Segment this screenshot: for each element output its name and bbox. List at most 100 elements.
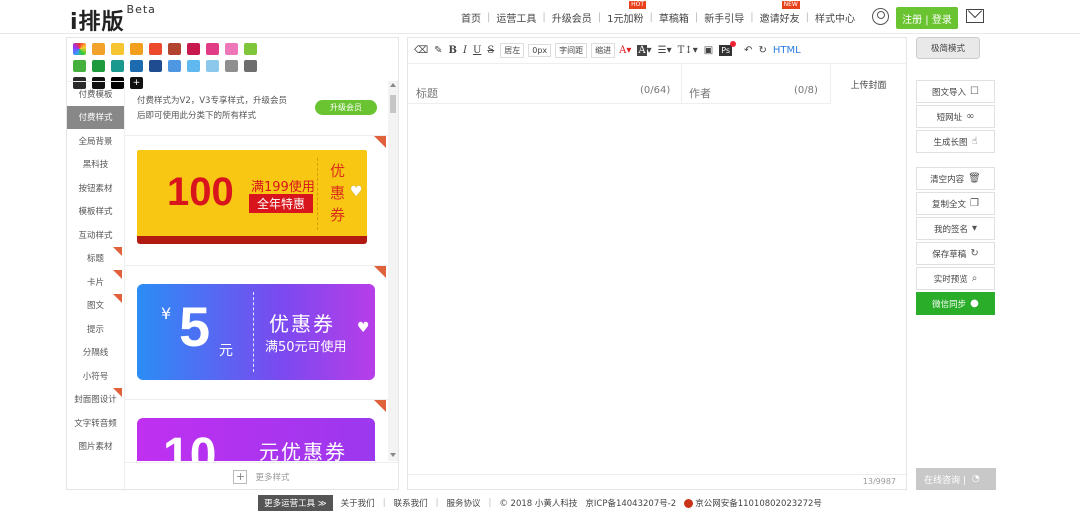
color-swatch[interactable] (149, 60, 162, 72)
font-color-button[interactable]: A▾ (619, 45, 631, 56)
upgrade-member-button[interactable]: 升级会员 (315, 100, 377, 115)
font-size-button[interactable]: T↕▾ (678, 45, 698, 56)
style-list[interactable]: 付费样式为V2，V3专享样式，升级会员 后即可使用此分类下的所有样式 升级会员 … (125, 81, 398, 461)
strikethrough-button[interactable]: S (487, 45, 494, 56)
favorite-heart-icon[interactable]: ♥ (350, 184, 363, 200)
simple-mode-button[interactable]: 极简模式 (916, 37, 980, 59)
more-styles-button[interactable]: + 更多样式 (125, 462, 398, 490)
author-input[interactable]: 作者 (689, 85, 711, 101)
favorite-heart-icon[interactable]: ♥ (357, 320, 370, 336)
bold-button[interactable]: B (449, 45, 457, 56)
live-preview-button[interactable]: 实时预览 ⌕ (916, 267, 995, 290)
style-card-coupon-100[interactable]: 100 满199使用 全年特惠 优惠券 ♥ (125, 135, 388, 265)
color-swatch-multicolor[interactable] (73, 43, 86, 55)
color-swatch[interactable] (149, 43, 162, 55)
undo-icon[interactable]: ↶ (744, 45, 752, 56)
police-record[interactable]: 京公网安备11010802023272号 (684, 497, 822, 509)
wechat-sync-button[interactable]: 微信同步 ● (916, 292, 995, 315)
nav-item[interactable]: 新手引导 (698, 10, 750, 25)
color-swatch[interactable] (244, 60, 257, 72)
icp-text[interactable]: 京ICP备14043207号-2 (585, 497, 676, 509)
clear-content-button[interactable]: 清空内容 🗑 (916, 167, 995, 190)
import-article-button[interactable]: 图文导入 ☐ (916, 80, 995, 103)
style-list-scrollbar[interactable] (388, 81, 398, 461)
color-swatch[interactable] (111, 43, 124, 55)
sidebar-item[interactable]: 付费样式 (67, 105, 124, 129)
nav-item[interactable]: 运营工具 (490, 10, 542, 25)
sidebar-item[interactable]: 标题 (67, 246, 124, 271)
save-draft-button[interactable]: 保存草稿 ↻ (916, 242, 995, 265)
color-swatch[interactable] (244, 43, 257, 55)
color-swatch[interactable] (206, 60, 219, 72)
sidebar-item[interactable]: 黑科技 (67, 153, 124, 177)
style-card-coupon-10[interactable]: 10 元优惠券 (125, 399, 388, 461)
format-brush-icon[interactable]: ✎ (434, 45, 442, 56)
more-tools-button[interactable]: 更多运营工具 ≫ (258, 495, 333, 511)
copy-all-button[interactable]: 复制全文 ❐ (916, 192, 995, 215)
eraser-icon[interactable]: ⌫ (414, 45, 428, 56)
sidebar-item[interactable]: 模板样式 (67, 200, 124, 224)
background-color-button[interactable]: A▾ (637, 45, 652, 56)
user-icon[interactable] (872, 8, 889, 25)
title-input[interactable]: 标题 (416, 85, 438, 101)
sidebar-item[interactable]: 图文 (67, 293, 124, 318)
long-image-button[interactable]: 生成长图 ☝ (916, 130, 995, 153)
sidebar-item[interactable]: 付费模板 (67, 82, 124, 106)
site-logo[interactable]: i排版Beta (70, 3, 156, 36)
color-swatch[interactable] (92, 60, 105, 72)
color-swatch[interactable] (130, 43, 143, 55)
indent-value-input[interactable]: 0px (528, 44, 552, 57)
sidebar-item[interactable]: 卡片 (67, 270, 124, 294)
sidebar-item[interactable]: 分隔线 (67, 341, 124, 365)
color-swatch[interactable] (168, 43, 181, 55)
about-link[interactable]: 关于我们 (341, 497, 375, 509)
letter-spacing-button[interactable]: 字间距 (555, 43, 588, 58)
underline-button[interactable]: U (473, 45, 481, 56)
nav-item[interactable]: 邀请好友 NEW (754, 1, 806, 25)
online-chat-button[interactable]: 在线咨询 | ◔ (916, 468, 996, 490)
sidebar-item[interactable]: 按钮素材 (67, 176, 124, 200)
image-icon[interactable]: ▣ (704, 45, 713, 56)
short-url-button[interactable]: 短网址 ∞ (916, 105, 995, 128)
color-swatch[interactable] (73, 60, 86, 72)
nav-item[interactable]: 样式中心 (809, 10, 861, 25)
color-swatch[interactable] (225, 43, 238, 55)
sidebar-item[interactable]: 小符号 (67, 364, 124, 388)
style-card-coupon-5[interactable]: ¥ 5 元 优惠券 满50元可使用 ♥ (125, 265, 388, 399)
agreement-link[interactable]: 服务协议 (446, 497, 480, 509)
sidebar-item[interactable]: 互动样式 (67, 223, 124, 247)
html-button[interactable]: HTML (773, 45, 801, 56)
scroll-thumb[interactable] (390, 95, 396, 113)
color-swatch[interactable] (206, 43, 219, 55)
ps-button[interactable]: Ps (719, 41, 737, 56)
scroll-down-arrow[interactable] (390, 453, 396, 457)
signature-dropdown[interactable]: 我的签名 ▾ (916, 217, 995, 240)
color-swatch[interactable] (130, 60, 143, 72)
align-select[interactable]: 居左 (500, 43, 525, 58)
redo-icon[interactable]: ↻ (758, 45, 766, 56)
contact-link[interactable]: 联系我们 (394, 497, 428, 509)
color-swatch[interactable] (168, 60, 181, 72)
sidebar-item[interactable]: 提示 (67, 317, 124, 341)
color-swatch[interactable] (187, 60, 200, 72)
sidebar-item[interactable]: 封面图设计 (67, 387, 124, 412)
scroll-up-arrow[interactable] (390, 83, 396, 87)
indent-button[interactable]: 缩进 (591, 43, 616, 58)
register-login-button[interactable]: 注册 | 登录 (896, 7, 958, 29)
field-divider (681, 64, 682, 104)
italic-button[interactable]: I (463, 45, 467, 56)
nav-item[interactable]: 首页 (455, 10, 487, 25)
mail-icon[interactable] (966, 9, 984, 23)
nav-item[interactable]: 1元加粉 HOT (601, 1, 649, 25)
color-swatch[interactable] (225, 60, 238, 72)
color-swatch[interactable] (92, 43, 105, 55)
sidebar-item[interactable]: 全局背景 (67, 129, 124, 153)
nav-item[interactable]: 升级会员 (546, 10, 598, 25)
color-swatch[interactable] (111, 60, 124, 72)
nav-item[interactable]: 草稿箱 (653, 10, 695, 25)
sidebar-item[interactable]: 图片素材 (67, 435, 124, 459)
upload-cover-button[interactable]: 上传封面 (830, 64, 906, 104)
list-icon[interactable]: ☰▾ (658, 45, 672, 56)
sidebar-item[interactable]: 文字转音频 (67, 411, 124, 435)
color-swatch[interactable] (187, 43, 200, 55)
